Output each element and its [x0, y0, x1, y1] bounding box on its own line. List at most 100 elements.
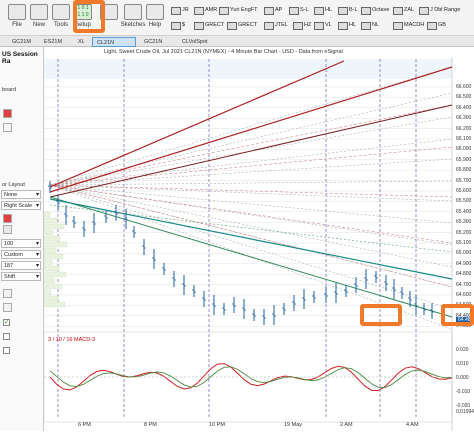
- color-swatch-light-2[interactable]: [3, 303, 12, 312]
- panel-row-layout: or Layout: [2, 182, 25, 188]
- volume-profile-bar: [43, 259, 53, 266]
- tab-gc21m[interactable]: GC21M: [8, 37, 35, 47]
- layout-select[interactable]: None: [1, 190, 41, 199]
- panel-title: US Session Ra: [2, 51, 38, 65]
- price-axis-label: 66.500: [456, 94, 472, 101]
- price-axis-label: 64.600: [456, 292, 472, 298]
- price-axis-label: 65.400: [456, 208, 472, 215]
- tool-dollar[interactable]: $: [170, 19, 185, 31]
- tab-cl21n[interactable]: CL21N: [92, 37, 136, 47]
- tool-nl[interactable]: NL: [360, 19, 379, 31]
- panel-row-board: board: [2, 87, 17, 93]
- volume-profile-bar: [43, 229, 54, 236]
- tool-bl[interactable]: B-L: [337, 4, 358, 16]
- price-axis-label: 66.200: [456, 125, 472, 132]
- tool-jtel[interactable]: JTEL: [263, 19, 288, 31]
- tool-grect-1[interactable]: GRECT: [193, 19, 224, 31]
- help-icon: [146, 4, 164, 20]
- volume-profile-bar: [43, 241, 68, 248]
- price-axis-label: 64.700: [456, 281, 472, 288]
- volume-profile-bar: [43, 265, 60, 272]
- volume-profile-bar: [43, 223, 65, 230]
- macd-label: 3 / 10 / 16 MACD-3: [48, 337, 96, 343]
- checkbox-3[interactable]: [3, 347, 10, 354]
- checkbox-enabled[interactable]: ✓: [3, 319, 10, 326]
- tool-vl[interactable]: VL: [313, 19, 332, 31]
- chart-title: Light, Sweet Crude Oil, Jul 2021 CL21N (…: [104, 49, 343, 55]
- tab-clvolspot[interactable]: CLVolSpot: [178, 37, 212, 47]
- price-axis-label: 65.600: [456, 188, 472, 194]
- highlight-box-price: [360, 304, 402, 326]
- volume-profile-bar: [43, 283, 63, 290]
- highlight-box-toolbar: [73, 0, 105, 33]
- highlight-box-scale: [441, 304, 474, 326]
- checkbox-2[interactable]: [3, 333, 10, 340]
- tool-gb[interactable]: GB: [426, 19, 446, 31]
- volume-profile-bar: [43, 211, 51, 218]
- price-axis-label: 65.000: [456, 250, 472, 257]
- volume-profile-bar: [43, 217, 58, 224]
- tool-hl-2[interactable]: HL: [337, 19, 356, 31]
- tool-grect-2[interactable]: GRECT: [226, 19, 257, 31]
- volume-profile-bar: [43, 247, 57, 254]
- macd-axis-label: -0.010: [456, 389, 471, 395]
- mode-select[interactable]: Custom: [1, 250, 41, 259]
- price-axis-label: 66.600: [456, 84, 472, 90]
- price-axis-label: 65.200: [456, 229, 472, 236]
- volume-profile-bar: [43, 289, 52, 296]
- price-axis-label: 65.900: [456, 156, 472, 163]
- tab-bar: GC21M ES21M XL CL21N GC21N CLVolSpot: [0, 36, 474, 47]
- tab-close[interactable]: XL: [74, 37, 89, 47]
- tool-octave[interactable]: Octave: [360, 4, 389, 16]
- time-axis-label: 6 PM: [78, 422, 91, 428]
- price-axis-label: 66.000: [456, 146, 472, 153]
- shift-select[interactable]: Shift: [1, 272, 41, 281]
- macd-axis-label: 0.000: [456, 375, 469, 381]
- tool-yuri[interactable]: Yuri EngFT: [218, 4, 258, 16]
- price-axis-label: 66.400: [456, 104, 472, 111]
- chart-canvas: [43, 47, 474, 431]
- settings-panel: US Session Ra board or Layout None Right…: [0, 47, 44, 431]
- tool-amr[interactable]: AMR: [193, 4, 217, 16]
- volume-profile-bar: [43, 235, 61, 242]
- price-chart[interactable]: Light, Sweet Crude Oil, Jul 2021 CL21N (…: [43, 47, 474, 431]
- volume-profile-bar: [43, 253, 64, 260]
- price-axis-label: 65.500: [456, 198, 472, 205]
- bars-select[interactable]: 187: [1, 261, 41, 270]
- price-axis-label: 64.900: [456, 260, 472, 267]
- color-swatch-light[interactable]: [3, 289, 12, 298]
- time-axis-label: 19 May: [284, 422, 303, 428]
- tab-gc21n[interactable]: GC21N: [140, 37, 166, 47]
- price-axis-label: 64.800: [456, 271, 472, 278]
- price-axis-label: 65.300: [456, 219, 472, 226]
- price-axis-label: 65.800: [456, 167, 472, 174]
- macd-axis-label: 0.020: [456, 347, 469, 353]
- time-axis-label: 8 PM: [144, 422, 157, 428]
- volume-profile-bar: [43, 295, 59, 302]
- color-swatch-gray[interactable]: [3, 225, 12, 234]
- tool-macdh[interactable]: MACDH: [392, 19, 424, 31]
- tool-dbl-range[interactable]: J Dbl Range: [418, 4, 460, 16]
- scale-select[interactable]: Right Scale: [1, 201, 41, 210]
- tool-sl[interactable]: S-L: [288, 4, 309, 16]
- macd-axis-label: 0.010: [456, 361, 469, 367]
- color-swatch-white[interactable]: [3, 123, 12, 132]
- color-swatch-red[interactable]: [3, 109, 12, 118]
- tool-jr[interactable]: JR: [170, 4, 189, 16]
- tool-zal[interactable]: ZAL: [392, 4, 414, 16]
- top-band: [44, 59, 452, 79]
- volume-profile-bar: [43, 277, 56, 284]
- tab-es21m[interactable]: ES21M: [40, 37, 66, 47]
- time-axis-label: 4 AM: [406, 422, 419, 428]
- price-axis-label: 66.100: [456, 136, 472, 142]
- time-axis-label: 10 PM: [209, 422, 225, 428]
- color-swatch-red-2[interactable]: [3, 214, 12, 223]
- tool-ap[interactable]: AP: [263, 4, 282, 16]
- macd-readout: 0.019940: [456, 409, 474, 415]
- help-button[interactable]: Help: [140, 2, 170, 34]
- value-select[interactable]: 100: [1, 239, 41, 248]
- tool-hl[interactable]: HL: [313, 4, 332, 16]
- tool-hz[interactable]: HZ: [292, 19, 311, 31]
- time-axis-label: 2 AM: [340, 422, 353, 428]
- price-axis-label: 65.100: [456, 240, 472, 246]
